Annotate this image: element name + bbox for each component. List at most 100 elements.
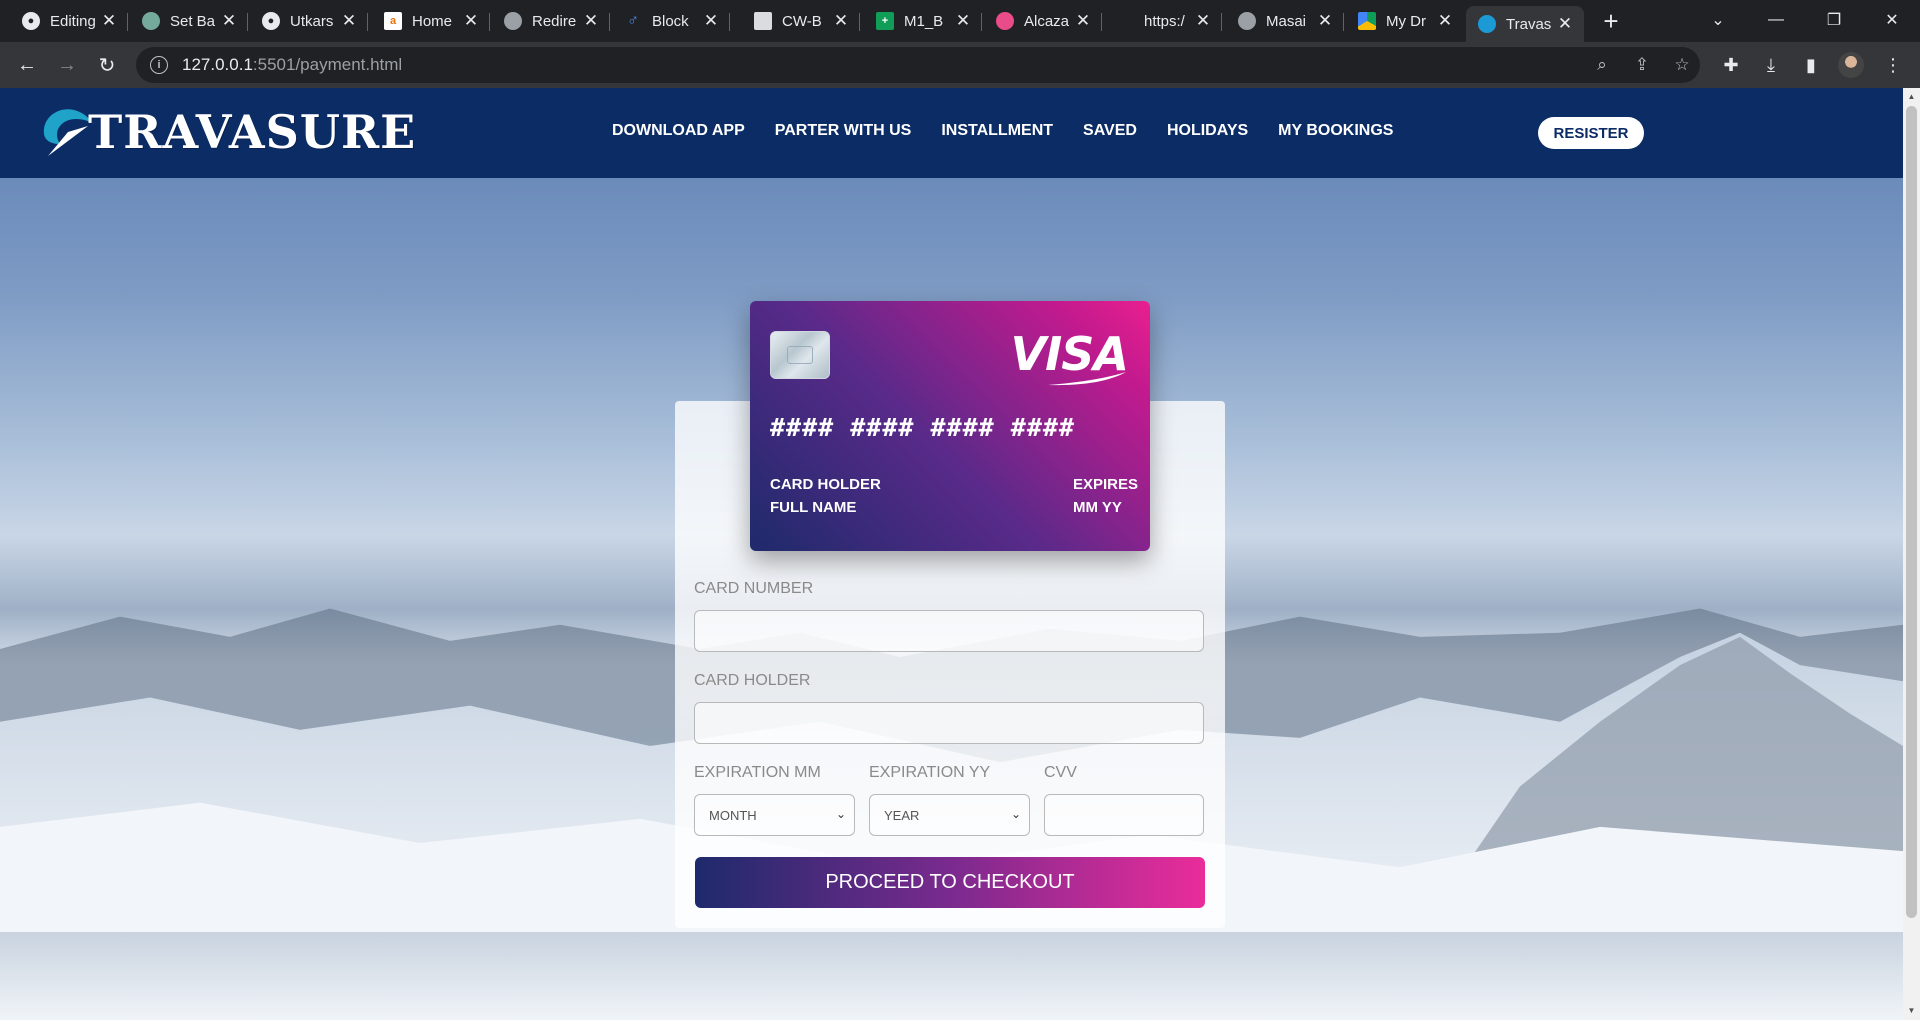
close-icon[interactable]: ✕ — [702, 11, 720, 31]
address-bar[interactable]: i 127.0.0.1:5501/payment.html ⌕ ⇪ ☆ — [136, 47, 1700, 83]
page-viewport: TRAVASURE DOWNLOAD APP PARTER WITH US IN… — [0, 88, 1903, 1020]
drive-icon — [1358, 12, 1376, 30]
tab-divider — [489, 13, 490, 31]
tab-divider — [981, 13, 982, 31]
page-icon: a — [384, 12, 402, 30]
close-icon[interactable]: ✕ — [1436, 11, 1454, 31]
close-icon[interactable]: ✕ — [954, 11, 972, 31]
tab-title: https:/ — [1144, 12, 1185, 30]
extensions-icon[interactable]: ✚ — [1716, 50, 1746, 80]
person-icon: ♂ — [627, 12, 639, 29]
expiration-year-select[interactable]: YEAR ⌄ — [869, 794, 1030, 836]
tab-divider — [1221, 13, 1222, 31]
nav-download-app[interactable]: DOWNLOAD APP — [612, 122, 745, 140]
browser-tab[interactable]: ♂ Block ✕ — [612, 6, 730, 36]
close-icon[interactable]: ✕ — [1556, 14, 1574, 34]
register-button[interactable]: RESISTER — [1538, 117, 1644, 149]
nav-partner-with-us[interactable]: PARTER WITH US — [775, 122, 912, 140]
tab-search-icon[interactable]: ⌄ — [1690, 0, 1746, 40]
site-header: TRAVASURE DOWNLOAD APP PARTER WITH US IN… — [0, 88, 1903, 178]
main-nav: DOWNLOAD APP PARTER WITH US INSTALLMENT … — [612, 122, 1423, 140]
menu-icon[interactable]: ⋮ — [1878, 50, 1908, 80]
browser-tab[interactable]: CW-B ✕ — [742, 6, 860, 36]
side-panel-icon[interactable]: ▮ — [1796, 50, 1826, 80]
browser-tab-active[interactable]: Travas ✕ — [1466, 6, 1584, 42]
browser-tab[interactable]: https:/ ✕ — [1104, 6, 1222, 36]
close-icon[interactable]: ✕ — [582, 11, 600, 31]
card-number-input[interactable] — [694, 610, 1204, 652]
browser-tab[interactable]: Redire ✕ — [492, 6, 610, 36]
download-icon[interactable]: ⤓ — [1756, 50, 1786, 80]
browser-tab[interactable]: a Home ✕ — [372, 6, 490, 36]
tab-divider — [1343, 13, 1344, 31]
tab-divider — [127, 13, 128, 31]
site-logo[interactable]: TRAVASURE — [38, 102, 416, 162]
expires-caption: EXPIRES — [1073, 476, 1139, 493]
card-holder-input[interactable] — [694, 702, 1204, 744]
nav-saved[interactable]: SAVED — [1083, 122, 1137, 140]
nav-holidays[interactable]: HOLIDAYS — [1167, 122, 1248, 140]
browser-tab[interactable]: Set Ba ✕ — [130, 6, 248, 36]
tab-title: Editing — [50, 12, 96, 30]
tab-title: M1_B — [904, 12, 944, 30]
close-icon[interactable]: ✕ — [340, 11, 358, 31]
tab-divider — [367, 13, 368, 31]
card-holder-label: CARD HOLDER — [694, 672, 811, 689]
scroll-up-icon[interactable]: ▲ — [1907, 92, 1916, 101]
card-holder-caption: CARD HOLDER — [770, 476, 881, 493]
tab-divider — [729, 13, 730, 31]
scrollbar-thumb[interactable] — [1906, 106, 1917, 918]
nav-my-bookings[interactable]: MY BOOKINGS — [1278, 122, 1393, 140]
proceed-to-checkout-button[interactable]: PROCEED TO CHECKOUT — [695, 857, 1205, 908]
tab-title: Alcaza — [1024, 12, 1070, 30]
tab-title: Masai — [1266, 12, 1307, 30]
minimize-icon[interactable]: — — [1748, 0, 1804, 40]
close-icon[interactable]: ✕ — [832, 11, 850, 31]
scroll-down-icon[interactable]: ▼ — [1907, 1006, 1916, 1015]
close-icon[interactable]: ✕ — [1194, 11, 1212, 31]
tab-title: My Dr — [1386, 12, 1426, 30]
tab-divider — [859, 13, 860, 31]
share-icon[interactable]: ⇪ — [1630, 53, 1654, 77]
expiration-yy-label: EXPIRATION YY — [869, 764, 991, 781]
restore-icon[interactable]: ❐ — [1806, 0, 1862, 40]
page-scrollbar[interactable]: ▲ ▼ — [1903, 88, 1920, 1020]
browser-tab[interactable]: Masai ✕ — [1226, 6, 1344, 36]
close-icon[interactable]: ✕ — [220, 11, 238, 31]
site-info-icon[interactable]: i — [150, 56, 168, 74]
card-number-display: #### #### #### #### — [770, 413, 1075, 442]
browser-tab[interactable]: ● Editing ✕ — [10, 6, 128, 36]
dribbble-icon — [996, 12, 1014, 30]
browser-tab[interactable]: ● Utkars ✕ — [250, 6, 368, 36]
bookmark-star-icon[interactable]: ☆ — [1670, 53, 1694, 77]
cvv-input[interactable] — [1044, 794, 1204, 836]
close-icon[interactable]: ✕ — [1074, 11, 1092, 31]
nav-installment[interactable]: INSTALLMENT — [941, 122, 1053, 140]
cvv-label: CVV — [1044, 764, 1077, 781]
browser-tab[interactable]: + M1_B ✕ — [864, 6, 982, 36]
forward-icon[interactable]: → — [52, 50, 82, 80]
profile-avatar[interactable] — [1838, 52, 1864, 78]
tab-title: Travas — [1506, 15, 1552, 33]
credit-card-preview: VISA #### #### #### #### CARD HOLDER FUL… — [750, 301, 1150, 551]
browser-tab[interactable]: Alcaza ✕ — [984, 6, 1102, 36]
zoom-icon[interactable]: ⌕ — [1590, 53, 1614, 77]
close-icon[interactable]: ✕ — [1316, 11, 1334, 31]
new-tab-button[interactable]: + — [1596, 6, 1626, 36]
back-icon[interactable]: ← — [12, 50, 42, 80]
expiration-mm-label: EXPIRATION MM — [694, 764, 821, 781]
reload-icon[interactable]: ↻ — [92, 50, 122, 80]
close-icon[interactable]: ✕ — [100, 11, 118, 31]
globe-icon — [504, 12, 522, 30]
browser-tab[interactable]: My Dr ✕ — [1346, 6, 1464, 36]
window-close-icon[interactable]: ✕ — [1864, 0, 1920, 40]
github-icon: ● — [22, 12, 40, 30]
tab-title: Redire — [532, 12, 577, 30]
tab-divider — [247, 13, 248, 31]
expiration-month-select[interactable]: MONTH ⌄ — [694, 794, 855, 836]
doc-icon — [754, 12, 772, 30]
tab-divider — [1101, 13, 1102, 31]
url-path: :5501/payment.html — [252, 55, 403, 74]
close-icon[interactable]: ✕ — [462, 11, 480, 31]
card-holder-value: FULL NAME — [770, 499, 857, 516]
